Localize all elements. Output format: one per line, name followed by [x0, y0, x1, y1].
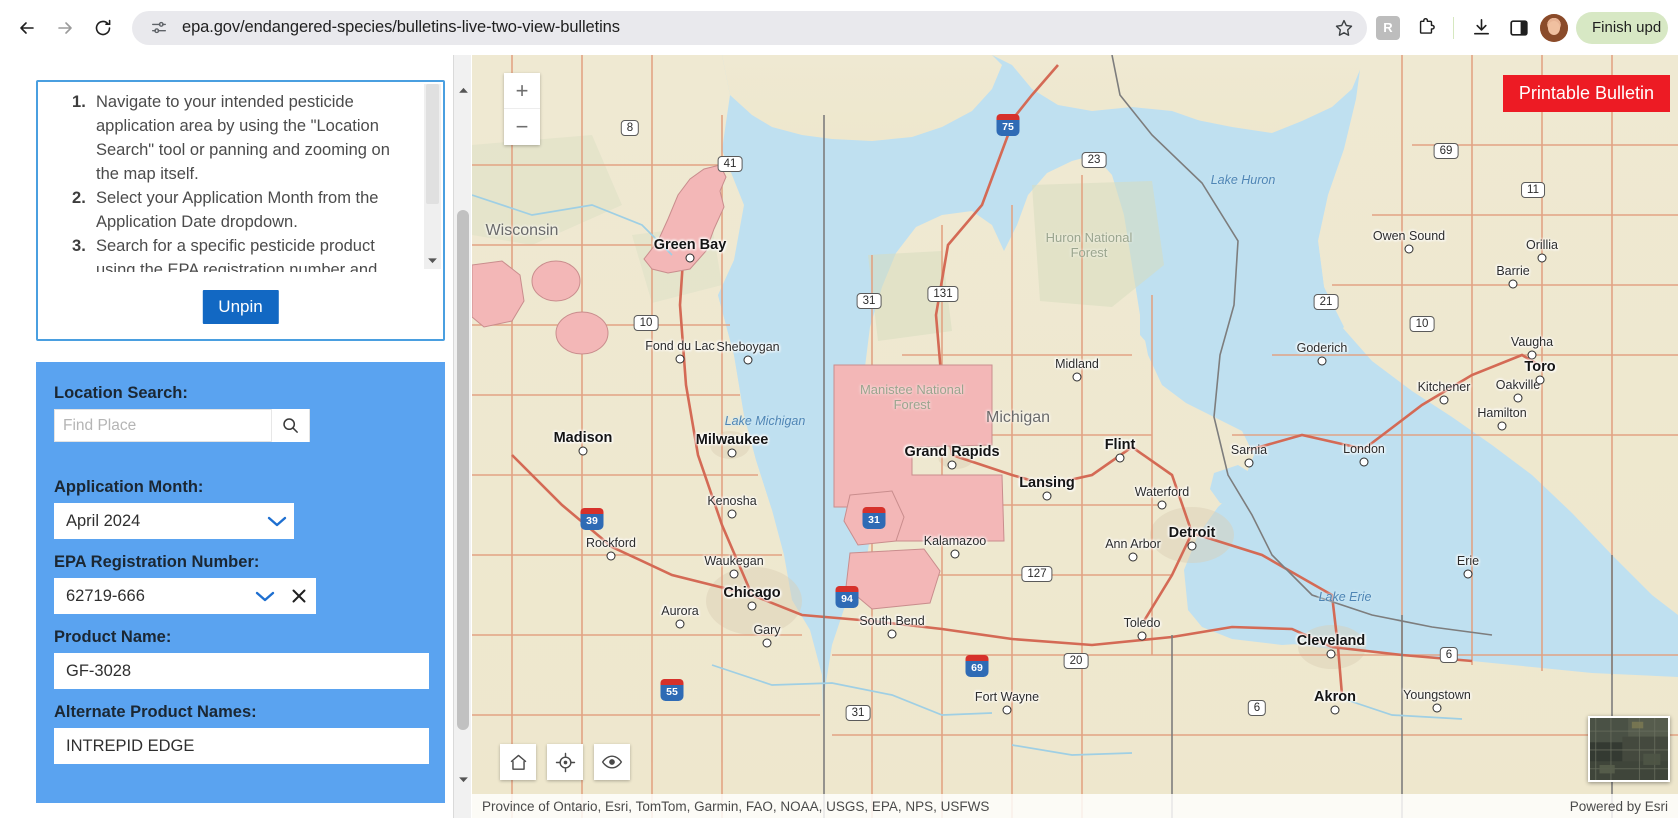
avatar-face — [1548, 21, 1560, 35]
forward-arrow-icon — [55, 18, 75, 38]
reload-icon — [93, 18, 113, 38]
page-content: Navigate to your intended pesticide appl… — [0, 55, 1678, 818]
map-attribution-bar: Province of Ontario, Esri, TomTom, Garmi… — [472, 794, 1678, 818]
application-month-label: Application Month: — [54, 478, 445, 497]
epa-registration-chevron[interactable] — [248, 578, 282, 614]
extensions-button[interactable] — [1409, 11, 1443, 45]
search-icon — [281, 416, 300, 435]
location-search-input[interactable] — [55, 417, 271, 435]
browser-toolbar: epa.gov/endangered-species/bulletins-liv… — [0, 0, 1678, 55]
map-viewport[interactable]: WisconsinMichiganLake HuronLake Michigan… — [472, 55, 1678, 818]
instructions-card: Navigate to your intended pesticide appl… — [36, 80, 445, 341]
bulletin-area-west-2 — [532, 261, 580, 301]
bulletin-area-south-mi — [844, 491, 904, 545]
basemap-toggle-button[interactable] — [1588, 716, 1670, 782]
location-search-field[interactable] — [54, 409, 310, 442]
layer-visibility-button[interactable] — [594, 744, 630, 780]
epa-registration-clear-button[interactable] — [282, 578, 316, 614]
puzzle-piece-icon — [1416, 17, 1437, 38]
instructions-scroll-down-arrow[interactable] — [424, 252, 441, 269]
attribution-text: Province of Ontario, Esri, TomTom, Garmi… — [482, 799, 989, 814]
url-text: epa.gov/endangered-species/bulletins-liv… — [172, 18, 1329, 37]
location-search-label: Location Search: — [54, 384, 445, 403]
product-name-label: Product Name: — [54, 628, 445, 647]
printable-bulletin-button[interactable]: Printable Bulletin — [1503, 75, 1670, 112]
bookmark-star-icon[interactable] — [1329, 13, 1359, 43]
page-scrollbar-thumb[interactable] — [457, 210, 469, 730]
epa-registration-select[interactable]: 62719-666 — [54, 578, 316, 614]
address-bar[interactable]: epa.gov/endangered-species/bulletins-liv… — [132, 11, 1367, 45]
unpin-button[interactable]: Unpin — [202, 290, 278, 324]
chevron-down-icon — [459, 776, 468, 783]
toolbar-divider — [1453, 17, 1454, 39]
close-icon — [291, 588, 307, 604]
instructions-scrollbar-thumb[interactable] — [426, 84, 439, 204]
page-scrollbar[interactable] — [453, 55, 471, 818]
zoom-out-button[interactable]: − — [504, 109, 540, 145]
chevron-up-icon — [459, 87, 468, 94]
map-basemap — [472, 55, 1678, 818]
application-month-select[interactable]: April 2024 — [54, 503, 294, 539]
instructions-scrollbar[interactable] — [424, 84, 441, 269]
application-month-value: April 2024 — [54, 512, 260, 531]
home-extent-button[interactable] — [500, 744, 536, 780]
downloads-button[interactable] — [1464, 11, 1498, 45]
locate-button[interactable] — [547, 744, 583, 780]
instruction-step: Search for a specific pesticide product … — [96, 234, 413, 272]
chevron-down-icon — [266, 514, 288, 528]
product-name-input[interactable] — [54, 653, 429, 689]
map-tools — [500, 744, 630, 780]
chevron-down-icon — [254, 589, 276, 603]
page-scroll-down-arrow[interactable] — [454, 770, 472, 788]
alternate-product-names-label: Alternate Product Names: — [54, 703, 445, 722]
instructions-scroll-area[interactable]: Navigate to your intended pesticide appl… — [38, 82, 443, 272]
alternate-product-names-input[interactable] — [54, 728, 429, 764]
extension-badge-button[interactable]: R — [1371, 11, 1405, 45]
location-search-button[interactable] — [271, 409, 309, 442]
satellite-thumbnail-icon — [1590, 718, 1668, 780]
home-icon — [508, 752, 529, 773]
finish-update-button[interactable]: Finish upd — [1576, 12, 1668, 44]
instructions-list: Navigate to your intended pesticide appl… — [38, 90, 443, 272]
profile-avatar[interactable] — [1540, 14, 1568, 42]
download-icon — [1471, 17, 1492, 38]
bulletin-search-form: Location Search: Application Month: Apri… — [36, 362, 445, 803]
side-panel-button[interactable] — [1502, 11, 1536, 45]
back-arrow-icon — [17, 18, 37, 38]
epa-registration-label: EPA Registration Number: — [54, 553, 445, 572]
extension-badge-icon: R — [1376, 16, 1400, 40]
site-settings-icon[interactable] — [146, 15, 172, 41]
reload-button[interactable] — [86, 11, 120, 45]
application-month-chevron[interactable] — [260, 503, 294, 539]
side-panel-icon — [1509, 18, 1529, 38]
zoom-in-button[interactable]: + — [504, 73, 540, 109]
back-button[interactable] — [10, 11, 44, 45]
zoom-control: + − — [504, 73, 540, 145]
eye-icon — [601, 751, 623, 773]
powered-by-esri: Powered by Esri — [1570, 799, 1668, 814]
instruction-step: Select your Application Month from the A… — [96, 186, 413, 234]
page-scroll-up-arrow[interactable] — [454, 81, 472, 99]
finish-update-label: Finish upd — [1592, 19, 1661, 36]
forward-button[interactable] — [48, 11, 82, 45]
epa-registration-value: 62719-666 — [54, 587, 248, 606]
left-panel: Navigate to your intended pesticide appl… — [0, 55, 453, 818]
instruction-step: Navigate to your intended pesticide appl… — [96, 90, 413, 186]
chevron-down-icon — [428, 257, 437, 264]
bulletin-area-west-3 — [556, 312, 608, 354]
locate-crosshair-icon — [555, 752, 576, 773]
